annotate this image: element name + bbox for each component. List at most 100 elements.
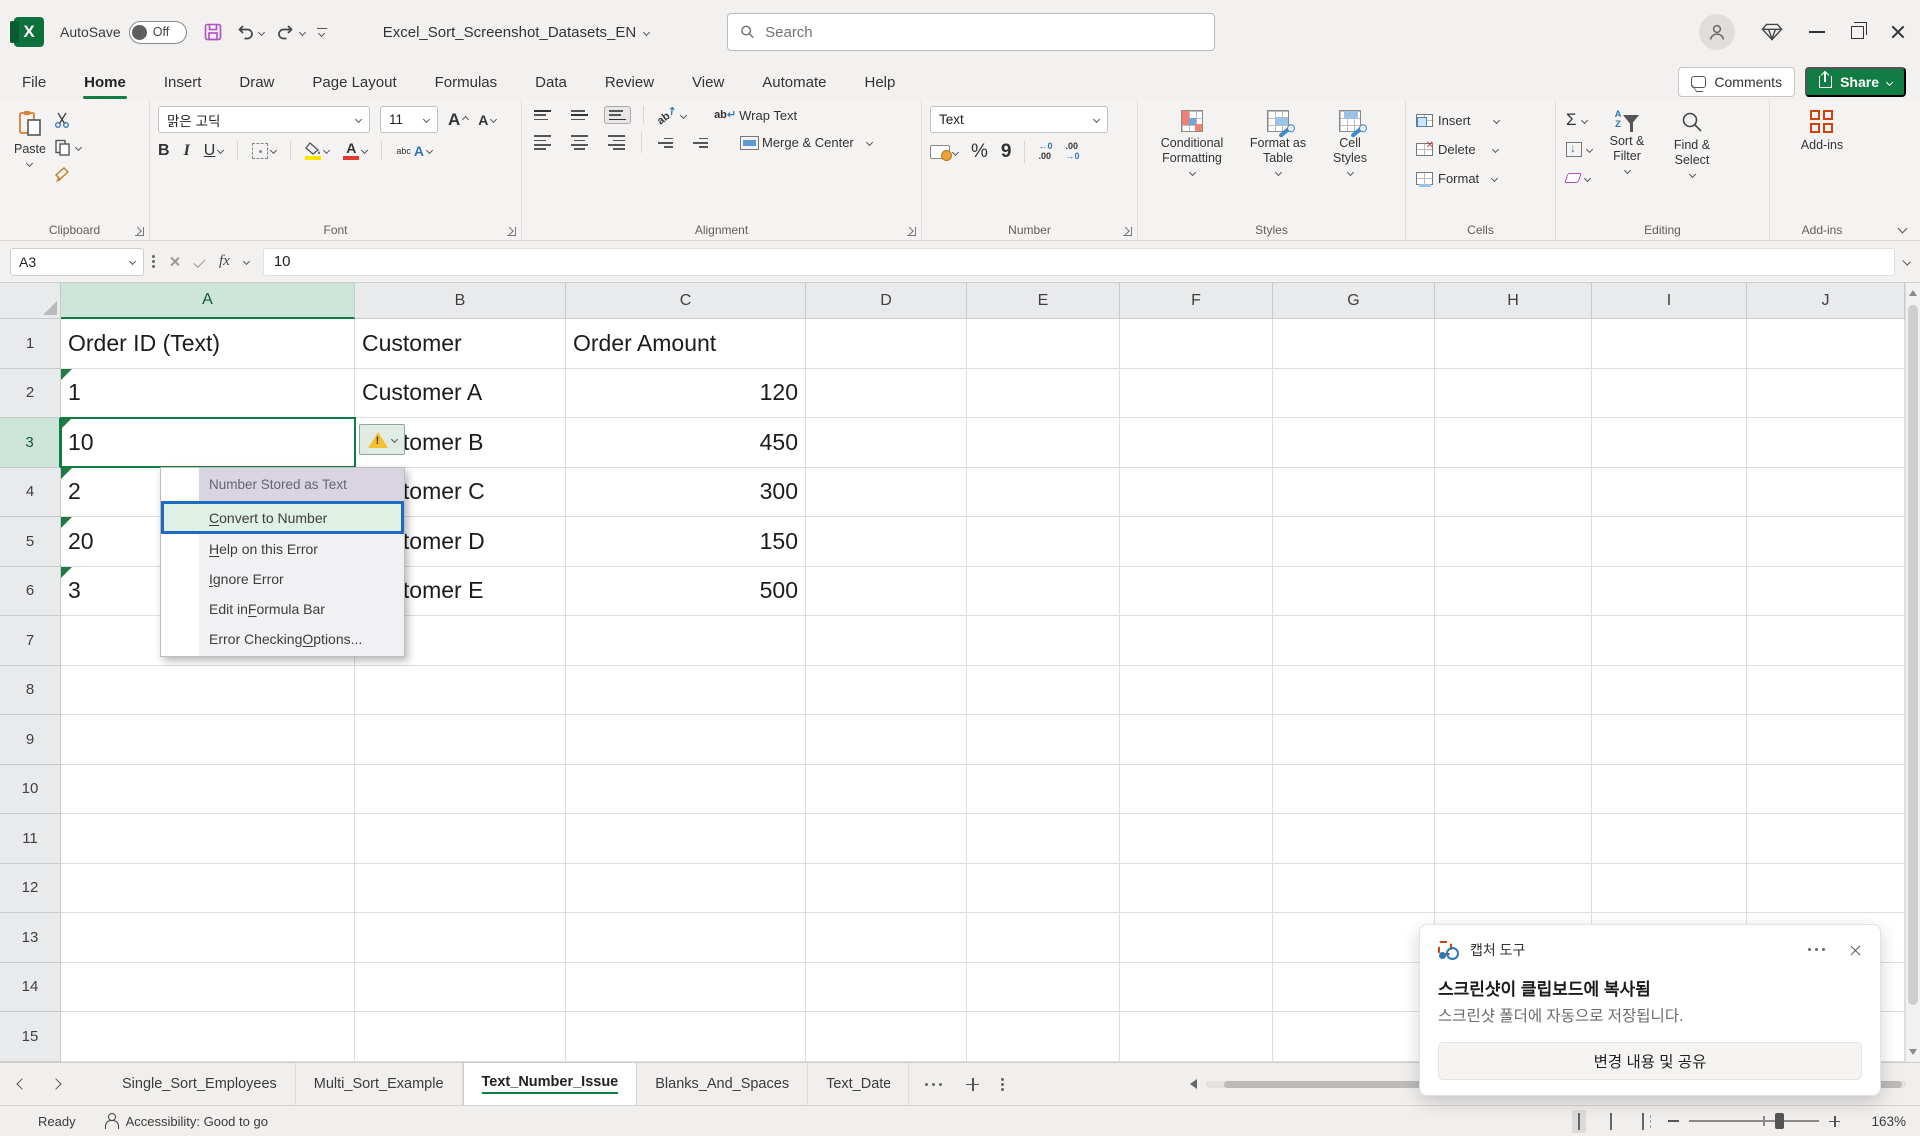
notification-action-button[interactable]: 변경 내용 및 공유 [1438,1042,1862,1080]
accessibility-status[interactable]: Accessibility: Good to go [104,1113,268,1129]
cell-F2[interactable] [1120,369,1273,419]
wrap-text-button[interactable]: ab Wrap Text [714,108,797,123]
align-left-button[interactable] [530,132,555,153]
increase-indent-button[interactable] [689,135,712,151]
cell-styles-button[interactable]: Cell Styles [1318,106,1382,179]
format-dropdown-icon[interactable] [1491,174,1498,181]
zoom-out-icon[interactable] [1668,1120,1679,1122]
font-size-dropdown-icon[interactable] [423,116,430,123]
confirm-entry-button[interactable] [193,255,205,267]
cell-G1[interactable] [1273,319,1435,369]
formula-input[interactable]: 10 [263,248,1895,276]
search-input[interactable] [765,24,1202,41]
row-header-10[interactable]: 10 [0,765,61,815]
cell-H11[interactable] [1435,814,1592,864]
fill-button[interactable] [1566,139,1592,159]
font-dialog-launcher-icon[interactable] [507,227,516,236]
bold-button[interactable]: B [158,142,170,160]
page-break-view-button[interactable] [1636,1110,1650,1133]
cell-G6[interactable] [1273,567,1435,617]
row-header-2[interactable]: 2 [0,369,61,419]
row-header-9[interactable]: 9 [0,715,61,765]
cell-G5[interactable] [1273,517,1435,567]
autosum-dropdown-icon[interactable] [1580,116,1587,123]
undo-button[interactable] [235,22,264,42]
cell-H5[interactable] [1435,517,1592,567]
cell-D13[interactable] [806,913,967,963]
zoom-slider[interactable] [1689,1120,1819,1122]
merge-center-button[interactable]: Merge & Center [740,135,872,150]
cell-E8[interactable] [967,666,1120,716]
cell-E11[interactable] [967,814,1120,864]
scroll-left-icon[interactable] [1190,1079,1197,1089]
cell-D10[interactable] [806,765,967,815]
cell-B12[interactable] [355,864,566,914]
ribbon-tab-view[interactable]: View [690,70,726,95]
cell-G7[interactable] [1273,616,1435,666]
cell-H8[interactable] [1435,666,1592,716]
cell-E7[interactable] [967,616,1120,666]
cell-G14[interactable] [1273,963,1435,1013]
vertical-scroll-thumb[interactable] [1908,305,1918,1005]
cell-E12[interactable] [967,864,1120,914]
cell-C4[interactable]: 300 [566,468,806,518]
cell-A12[interactable] [61,864,355,914]
cell-I4[interactable] [1592,468,1747,518]
ribbon-tab-review[interactable]: Review [603,70,656,95]
scroll-up-icon[interactable] [1909,290,1917,296]
cell-F15[interactable] [1120,1012,1273,1062]
accounting-format-button[interactable] [930,145,958,159]
borders-button[interactable] [252,143,276,159]
insert-dropdown-icon[interactable] [1492,116,1499,123]
cell-F3[interactable] [1120,418,1273,468]
phonetic-dropdown-icon[interactable] [426,147,433,154]
top-align-button[interactable] [530,107,555,123]
alignment-dialog-launcher-icon[interactable] [907,227,916,236]
cell-D11[interactable] [806,814,967,864]
decrease-indent-button[interactable] [654,135,677,151]
format-as-table-dropdown-icon[interactable] [1274,169,1281,176]
zoom-level[interactable]: 163% [1858,1114,1906,1129]
title-dropdown-icon[interactable] [643,28,650,35]
error-menu-item-convert-to-number[interactable]: Convert to Number [161,501,404,534]
bottom-align-button[interactable] [604,106,631,124]
cell-styles-dropdown-icon[interactable] [1346,169,1353,176]
row-header-8[interactable]: 8 [0,666,61,716]
cell-B13[interactable] [355,913,566,963]
cell-D6[interactable] [806,567,967,617]
cell-I5[interactable] [1592,517,1747,567]
merge-center-dropdown-icon[interactable] [866,139,873,146]
cell-H10[interactable] [1435,765,1592,815]
ribbon-tab-formulas[interactable]: Formulas [433,70,500,95]
cell-F12[interactable] [1120,864,1273,914]
cell-D5[interactable] [806,517,967,567]
cell-H6[interactable] [1435,567,1592,617]
number-format-dropdown-icon[interactable] [1093,116,1100,123]
share-dropdown-icon[interactable] [1886,78,1893,85]
middle-align-button[interactable] [567,107,592,123]
cell-A11[interactable] [61,814,355,864]
page-layout-view-button[interactable] [1604,1110,1618,1133]
ribbon-tab-help[interactable]: Help [863,70,898,95]
cell-G9[interactable] [1273,715,1435,765]
sort-filter-button[interactable]: AZ Sort & Filter [1594,106,1660,177]
cell-E2[interactable] [967,369,1120,419]
cell-J4[interactable] [1747,468,1905,518]
fill-color-dropdown-icon[interactable] [323,147,330,154]
undo-dropdown-icon[interactable] [258,28,265,35]
zoom-in-icon[interactable] [1829,1116,1840,1127]
decrease-decimal-button[interactable]: .00→0 [1066,142,1080,162]
notification-close-icon[interactable] [1849,944,1862,957]
cell-D4[interactable] [806,468,967,518]
normal-view-button[interactable] [1572,1110,1586,1133]
cell-J12[interactable] [1747,864,1905,914]
font-name-dropdown-icon[interactable] [355,116,362,123]
cell-G8[interactable] [1273,666,1435,716]
cell-F9[interactable] [1120,715,1273,765]
orientation-dropdown-icon[interactable] [680,112,687,119]
excel-logo-icon[interactable]: X [14,17,44,47]
cell-J7[interactable] [1747,616,1905,666]
fill-dropdown-icon[interactable] [1586,145,1593,152]
clear-dropdown-icon[interactable] [1584,174,1591,181]
cell-G3[interactable] [1273,418,1435,468]
